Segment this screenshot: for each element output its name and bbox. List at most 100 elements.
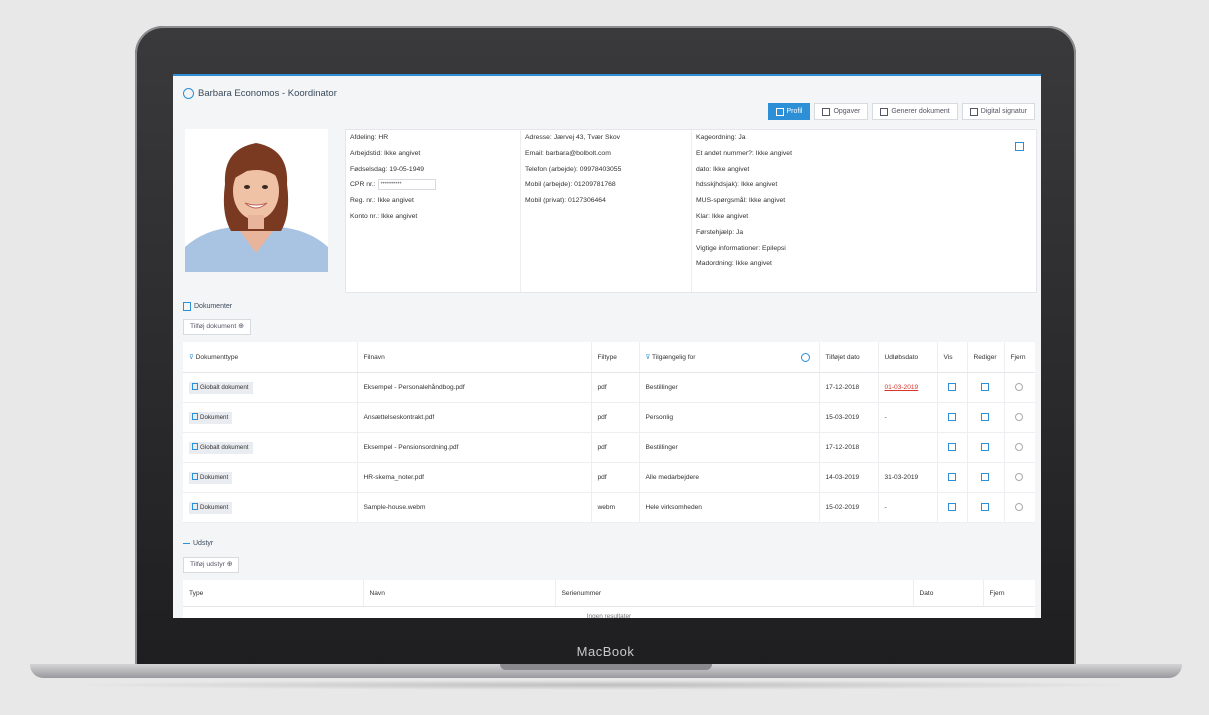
available-for-cell: Bestillinger: [639, 432, 820, 463]
edit-cell: [967, 402, 1005, 433]
column-header-name[interactable]: Navn: [363, 580, 556, 607]
view-document-icon[interactable]: [947, 442, 956, 451]
available-for-cell: Bestillinger: [639, 372, 820, 403]
tab-generate-document[interactable]: Generer dokument: [872, 103, 958, 120]
document-type-badge[interactable]: Dokument: [189, 471, 233, 484]
edit-document-icon[interactable]: [981, 502, 989, 511]
available-for-cell: Hele virksomheden: [639, 492, 820, 523]
profile-photo: [185, 129, 328, 272]
cpr-field: CPR nr.: ••••••••••: [346, 177, 519, 193]
filename-cell[interactable]: Eksempel - Personalehåndbog.pdf: [357, 372, 592, 403]
tab-digital-signature[interactable]: Digital signatur: [961, 103, 1035, 120]
equipment-section-label: Udstyr: [183, 540, 213, 547]
profile-field: Email: barbara@bolbolt.com: [525, 149, 611, 157]
added-date-cell: 15-02-2019: [819, 492, 879, 523]
view-document-icon[interactable]: [947, 412, 956, 421]
document-type-cell: Globalt dokument: [183, 372, 358, 403]
remove-document-icon[interactable]: [1015, 412, 1024, 421]
view-document-icon[interactable]: [947, 472, 956, 481]
profile-field: Kageordning: Ja: [696, 134, 746, 141]
remove-document-icon[interactable]: [1015, 502, 1024, 511]
add-document-button[interactable]: Tilføj dokument ⊕: [183, 319, 251, 335]
add-equipment-button[interactable]: Tilføj udstyr ⊕: [183, 557, 240, 573]
expiry-date-text: 01-03-2019: [884, 384, 919, 391]
document-type-badge[interactable]: Globalt dokument: [189, 441, 253, 454]
column-header-available-for[interactable]: ⊽ Tilgængelig for: [639, 342, 820, 373]
expiry-date-cell: -: [878, 492, 938, 523]
profile-field: Telefon (arbejde): 09978403055: [525, 165, 622, 173]
column-header-edit: Rediger: [967, 342, 1005, 373]
profile-field: hdsskjhdsjak): Ikke angivet: [696, 181, 778, 189]
document-type-badge[interactable]: Dokument: [189, 411, 233, 424]
page-title: Barbara Economos - Koordinator: [183, 88, 337, 99]
table-row: Globalt dokument Eksempel - Pensionsordni…: [183, 432, 1035, 463]
edit-document-icon[interactable]: [981, 472, 989, 481]
pencil-icon: [822, 107, 831, 116]
document-type-cell: Dokument: [183, 492, 358, 523]
document-type-cell: Dokument: [183, 402, 358, 433]
tab-label: Digital signatur: [980, 108, 1027, 115]
column-header-document-type[interactable]: ⊽ Dokumenttype: [183, 342, 358, 373]
column-header-filename[interactable]: Filnavn: [357, 342, 592, 373]
help-icon[interactable]: [800, 352, 810, 362]
app-screen: Barbara Economos - Koordinator Profil Op…: [173, 74, 1041, 618]
column-header-added-date[interactable]: Tilføjet dato: [819, 342, 879, 373]
view-document-icon[interactable]: [947, 502, 956, 511]
table-row: Dokument Sample-house.webm webm Hele virkso…: [183, 492, 1035, 523]
view-document-icon[interactable]: [947, 382, 956, 391]
document-type-badge[interactable]: Dokument: [189, 501, 233, 514]
document-type-badge[interactable]: Globalt dokument: [189, 381, 253, 394]
tab-bar: Profil Opgaver Generer dokument Digital …: [767, 103, 1035, 120]
profile-field: Klar: Ikke angivet: [696, 212, 749, 220]
expiry-date-text: 31-03-2019: [884, 474, 919, 481]
empty-row: Ingen resultater: [183, 607, 1035, 619]
tab-profile[interactable]: Profil: [767, 103, 811, 120]
laptop-notch: [500, 664, 712, 670]
profile-column-general: Afdeling: HR Arbejdstid: Ikke angivet Fø…: [346, 130, 519, 292]
user-icon: [775, 107, 784, 116]
profile-column-extra: Kageordning: Ja Et andet nummer?: Ikke a…: [691, 130, 1036, 292]
button-label: Tilføj dokument: [190, 323, 237, 330]
column-header-remove: Fjern: [1004, 342, 1035, 373]
section-label-text: Dokumenter: [194, 303, 233, 310]
view-cell: [937, 492, 968, 523]
added-date-cell: 17-12-2018: [819, 372, 879, 403]
empty-results-text: Ingen resultater: [586, 612, 632, 619]
profile-field: Arbejdstid: Ikke angivet: [350, 149, 421, 157]
edit-document-icon[interactable]: [981, 382, 989, 391]
profile-field: Mobil (privat): 0127306464: [525, 197, 606, 205]
tab-tasks[interactable]: Opgaver: [814, 103, 869, 120]
document-icon: [183, 302, 191, 311]
remove-document-icon[interactable]: [1015, 382, 1024, 391]
expiry-date-text: -: [884, 414, 887, 421]
button-label: Tilføj udstyr: [190, 561, 225, 568]
edit-document-icon[interactable]: [981, 412, 989, 421]
column-header-filetype[interactable]: Filtype: [591, 342, 640, 373]
edit-profile-icon[interactable]: [1015, 142, 1024, 151]
filename-cell[interactable]: Eksempel - Pensionsordning.pdf: [357, 432, 592, 463]
remove-document-icon[interactable]: [1015, 442, 1024, 451]
document-type-cell: Globalt dokument: [183, 432, 358, 463]
profile-field: Madordning: Ikke angivet: [696, 260, 772, 268]
table-header-row: Type Navn Serienummer Dato Fjern: [183, 580, 1035, 607]
edit-document-icon[interactable]: [981, 442, 989, 451]
cpr-masked-value[interactable]: ••••••••••: [377, 179, 436, 191]
column-header-date[interactable]: Dato: [913, 580, 984, 607]
filename-cell[interactable]: Ansættelseskontrakt.pdf: [357, 402, 592, 433]
avatar: [185, 129, 328, 272]
column-header-type[interactable]: Type: [183, 580, 364, 607]
profile-field: Mobil (arbejde): 01209781768: [525, 181, 616, 189]
remove-cell: [1004, 432, 1035, 463]
profile-field: Et andet nummer?: Ikke angivet: [696, 149, 792, 157]
filetype-cell: pdf: [591, 402, 640, 433]
tab-label: Profil: [786, 108, 803, 115]
column-header-serial[interactable]: Serienummer: [555, 580, 914, 607]
document-icon: [192, 502, 198, 510]
filename-cell[interactable]: Sample-house.webm: [357, 492, 592, 523]
filename-cell[interactable]: HR-skema_noter.pdf: [357, 462, 592, 493]
profile-field: Reg. nr.: Ikke angivet: [350, 197, 414, 205]
page-title-text: Barbara Economos - Koordinator: [198, 88, 337, 99]
column-header-expiry-date[interactable]: Udløbsdato: [878, 342, 938, 373]
filetype-cell: pdf: [591, 432, 640, 463]
remove-document-icon[interactable]: [1015, 472, 1024, 481]
